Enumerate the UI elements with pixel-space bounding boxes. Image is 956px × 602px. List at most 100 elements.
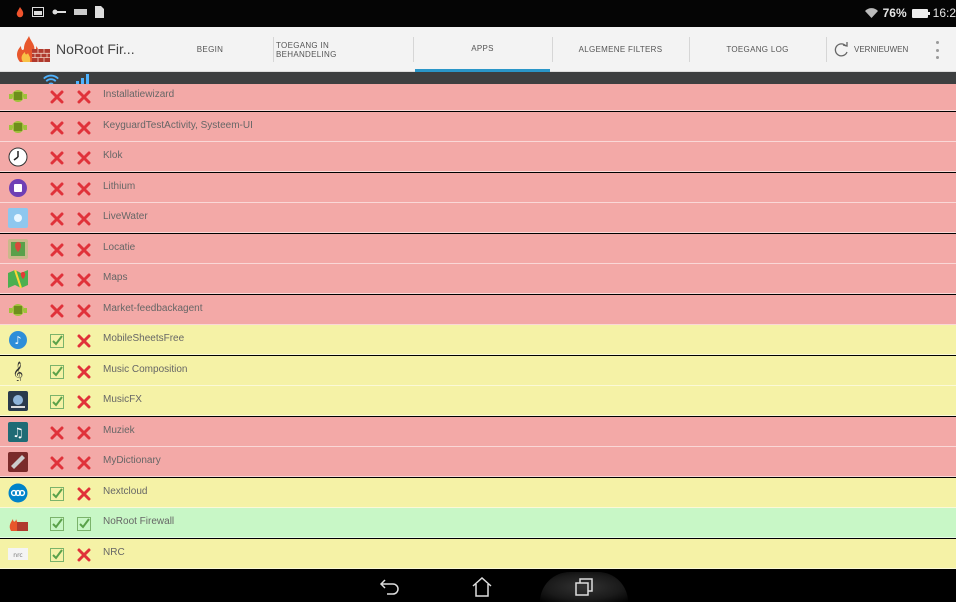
- list-item[interactable]: Lithium: [0, 172, 956, 203]
- app-name: Muziek: [103, 424, 135, 436]
- wifi-blocked-checkbox[interactable]: [50, 272, 64, 287]
- app-name: MyDictionary: [103, 455, 161, 466]
- app-name: MusicFX: [103, 394, 142, 405]
- list-item[interactable]: Market-feedbackagent: [0, 294, 956, 325]
- nextcloud-icon: [8, 483, 28, 503]
- water-icon: [8, 208, 28, 228]
- list-item[interactable]: Nextcloud: [0, 477, 956, 508]
- data-blocked-checkbox[interactable]: [77, 181, 91, 195]
- tab-begin[interactable]: BEGIN: [160, 27, 260, 72]
- status-bar: 76% 16:2: [0, 0, 956, 27]
- tab-apps[interactable]: APPS: [415, 27, 550, 72]
- app-list[interactable]: Installatiewizard KeyguardTestActivity, S…: [0, 84, 956, 572]
- svg-text:♫: ♫: [12, 426, 24, 441]
- nrc-icon: nrc: [8, 544, 28, 564]
- wifi-allowed-checkbox[interactable]: [50, 394, 64, 409]
- tab-toegang-in-behandeling[interactable]: TOEGANG IN BEHANDELING: [276, 27, 356, 72]
- sheets-icon: ♪: [8, 330, 28, 350]
- app-name: MobileSheetsFree: [103, 333, 185, 344]
- document-icon: [95, 6, 104, 18]
- android-icon: [8, 117, 28, 137]
- wifi-blocked-checkbox[interactable]: [50, 120, 64, 134]
- app-name: NRC: [103, 546, 125, 558]
- data-blocked-checkbox[interactable]: [77, 394, 91, 409]
- location-icon: [8, 238, 28, 259]
- tab-toegang-log[interactable]: TOEGANG LOG: [690, 27, 825, 72]
- data-blocked-checkbox[interactable]: [77, 150, 91, 165]
- app-name: Locatie: [103, 241, 136, 253]
- svg-text:nrc: nrc: [13, 552, 22, 559]
- list-item[interactable]: Locatie: [0, 233, 956, 264]
- battery-percent: 76%: [882, 6, 907, 20]
- back-button[interactable]: [370, 575, 410, 599]
- wifi-icon: [864, 8, 878, 18]
- wifi-blocked-checkbox[interactable]: [50, 150, 64, 165]
- app-name: Klok: [103, 150, 123, 161]
- list-item[interactable]: Installatiewizard: [0, 84, 956, 111]
- data-blocked-checkbox[interactable]: [77, 333, 91, 348]
- data-blocked-checkbox[interactable]: [77, 211, 91, 226]
- tab-divider: [826, 37, 827, 62]
- action-bar: NoRoot Fir... BEGIN TOEGANG IN BEHANDELI…: [0, 27, 956, 72]
- list-item[interactable]: Klok: [0, 142, 956, 172]
- tab-divider: [413, 37, 414, 62]
- wifi-allowed-checkbox[interactable]: [50, 333, 64, 348]
- wifi-allowed-checkbox[interactable]: [50, 364, 64, 379]
- data-blocked-checkbox[interactable]: [77, 303, 91, 317]
- data-blocked-checkbox[interactable]: [77, 120, 91, 134]
- wifi-allowed-checkbox[interactable]: [50, 516, 64, 531]
- list-item[interactable]: MusicFX: [0, 386, 956, 416]
- list-item[interactable]: NoRoot Firewall: [0, 508, 956, 538]
- data-blocked-checkbox[interactable]: [77, 486, 91, 500]
- wifi-blocked-checkbox[interactable]: [50, 242, 64, 256]
- refresh-button[interactable]: VERNIEUWEN: [832, 27, 927, 72]
- home-button[interactable]: [462, 575, 502, 599]
- data-blocked-checkbox[interactable]: [77, 89, 91, 104]
- navigation-bar: [0, 572, 956, 602]
- list-item[interactable]: LiveWater: [0, 203, 956, 233]
- data-blocked-checkbox[interactable]: [77, 547, 91, 561]
- clock-icon: [8, 147, 28, 167]
- firewall-logo-icon[interactable]: [14, 36, 52, 64]
- data-allowed-checkbox[interactable]: [77, 516, 91, 531]
- list-item[interactable]: Maps: [0, 264, 956, 294]
- wifi-blocked-checkbox[interactable]: [50, 455, 64, 470]
- clock-time: 16:2: [932, 6, 956, 20]
- back-icon: [379, 579, 399, 595]
- lithium-icon: [8, 178, 28, 198]
- app-name: KeyguardTestActivity, Systeem-UI: [103, 119, 253, 131]
- wifi-blocked-checkbox[interactable]: [50, 425, 64, 439]
- wifi-allowed-checkbox[interactable]: [50, 486, 64, 501]
- list-item[interactable]: ♪ MobileSheetsFree: [0, 325, 956, 355]
- tab-algemene-filters[interactable]: ALGEMENE FILTERS: [553, 27, 688, 72]
- data-blocked-checkbox[interactable]: [77, 272, 91, 287]
- key-icon: [52, 9, 66, 15]
- maps-icon: [8, 269, 28, 289]
- overflow-menu-icon[interactable]: [934, 41, 940, 59]
- data-blocked-checkbox[interactable]: [77, 455, 91, 470]
- data-blocked-checkbox[interactable]: [77, 242, 91, 256]
- app-name: Installatiewizard: [103, 89, 175, 100]
- dictionary-icon: [8, 452, 28, 472]
- refresh-icon: [834, 41, 848, 56]
- list-item[interactable]: nrc NRC: [0, 538, 956, 569]
- list-item[interactable]: KeyguardTestActivity, Systeem-UI: [0, 111, 956, 142]
- app-name: LiveWater: [103, 211, 148, 222]
- wifi-blocked-checkbox[interactable]: [50, 181, 64, 195]
- music-note-icon: ♫: [8, 421, 28, 442]
- treble-clef-icon: 𝄞: [8, 361, 28, 381]
- wifi-blocked-checkbox[interactable]: [50, 303, 64, 317]
- list-item[interactable]: MyDictionary: [0, 447, 956, 477]
- system-indicators: 76% 16:2: [864, 6, 956, 20]
- recent-apps-button[interactable]: [564, 575, 604, 599]
- app-name: NoRoot Firewall: [103, 516, 175, 527]
- wifi-allowed-checkbox[interactable]: [50, 547, 64, 562]
- firewall-icon: [8, 513, 28, 533]
- wifi-blocked-checkbox[interactable]: [50, 89, 64, 104]
- data-blocked-checkbox[interactable]: [77, 425, 91, 439]
- notification-icons: [16, 6, 104, 18]
- data-blocked-checkbox[interactable]: [77, 364, 91, 378]
- wifi-blocked-checkbox[interactable]: [50, 211, 64, 226]
- list-item[interactable]: ♫ Muziek: [0, 416, 956, 447]
- list-item[interactable]: 𝄞 Music Composition: [0, 355, 956, 386]
